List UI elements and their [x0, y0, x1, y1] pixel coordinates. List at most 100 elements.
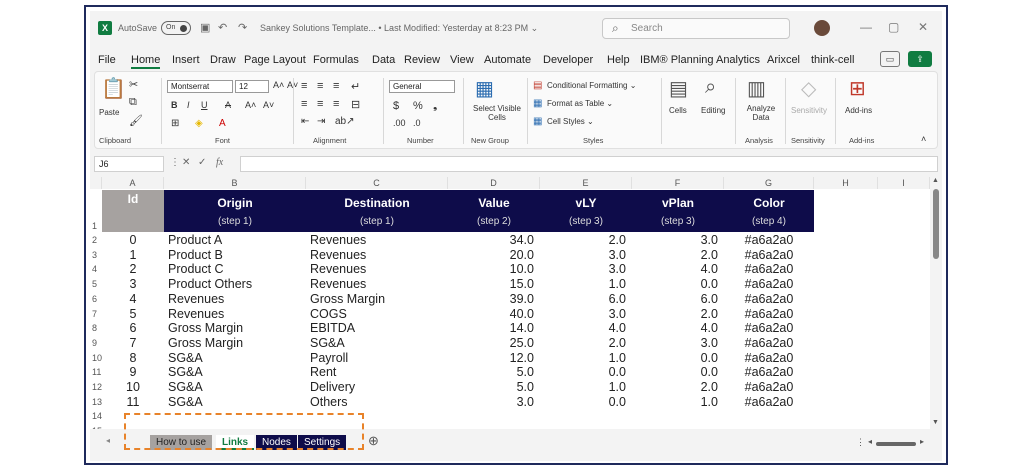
- superscript-icon[interactable]: A˄: [245, 100, 256, 110]
- destination-cell[interactable]: Revenues: [310, 248, 448, 262]
- origin-cell[interactable]: Gross Margin: [168, 321, 306, 335]
- menu-file[interactable]: File: [98, 54, 116, 66]
- hscroll-right-icon[interactable]: ▸: [920, 437, 924, 446]
- vplan-cell[interactable]: 3.0: [632, 233, 718, 247]
- editing-icon[interactable]: ⌕: [705, 76, 716, 99]
- color-cell[interactable]: #a6a2a0: [724, 277, 814, 291]
- destination-cell[interactable]: Rent: [310, 365, 448, 379]
- id-cell[interactable]: 11: [102, 395, 164, 409]
- cell-styles-button[interactable]: Cell Styles ⌄: [547, 117, 594, 126]
- vplan-cell[interactable]: 6.0: [632, 292, 718, 306]
- add-ins-icon[interactable]: ⊞: [849, 76, 866, 101]
- id-cell[interactable]: 10: [102, 380, 164, 394]
- value-cell[interactable]: 10.0: [448, 262, 534, 276]
- origin-cell[interactable]: SG&A: [168, 380, 306, 394]
- menu-formulas[interactable]: Formulas: [313, 54, 359, 66]
- color-cell[interactable]: #a6a2a0: [724, 248, 814, 262]
- share-button[interactable]: ⇪: [908, 51, 932, 67]
- origin-cell[interactable]: Product A: [168, 233, 306, 247]
- vly-cell[interactable]: 2.0: [540, 233, 626, 247]
- vplan-cell[interactable]: 3.0: [632, 336, 718, 350]
- vertical-scrollbar[interactable]: ▲ ▼: [930, 177, 942, 429]
- row-header[interactable]: 4: [90, 264, 102, 274]
- destination-cell[interactable]: Revenues: [310, 233, 448, 247]
- menu-automate[interactable]: Automate: [484, 54, 531, 66]
- comma-style-icon[interactable]: ❟: [433, 100, 437, 113]
- vplan-cell[interactable]: 2.0: [632, 248, 718, 262]
- column-header-f[interactable]: F: [632, 177, 724, 189]
- number-format-select[interactable]: General: [389, 80, 455, 93]
- destination-cell[interactable]: Revenues: [310, 262, 448, 276]
- menu-review[interactable]: Review: [404, 54, 440, 66]
- origin-cell[interactable]: Gross Margin: [168, 336, 306, 350]
- vplan-cell[interactable]: 4.0: [632, 321, 718, 335]
- decrease-decimal-icon[interactable]: .0: [413, 118, 421, 128]
- color-cell[interactable]: #a6a2a0: [724, 321, 814, 335]
- column-header-e[interactable]: E: [540, 177, 632, 189]
- value-cell[interactable]: 15.0: [448, 277, 534, 291]
- font-size-select[interactable]: 12: [235, 80, 269, 93]
- fill-color-icon[interactable]: ◈: [195, 118, 203, 129]
- cancel-icon[interactable]: ✕: [182, 157, 190, 168]
- scroll-down-icon[interactable]: ▼: [932, 419, 939, 426]
- id-cell[interactable]: 0: [102, 233, 164, 247]
- cells-icon[interactable]: ▤: [669, 76, 688, 101]
- vly-cell[interactable]: 1.0: [540, 380, 626, 394]
- row-header[interactable]: 5: [90, 279, 102, 289]
- scroll-up-icon[interactable]: ▲: [932, 177, 939, 184]
- bold-icon[interactable]: B: [171, 100, 178, 110]
- menu-ibm-planning[interactable]: IBM® Planning Analytics: [640, 54, 760, 66]
- cut-icon[interactable]: ✂: [129, 78, 138, 91]
- row-header[interactable]: 12: [90, 382, 102, 392]
- vly-cell[interactable]: 0.0: [540, 365, 626, 379]
- copy-icon[interactable]: ⧉: [129, 96, 137, 109]
- vplan-cell[interactable]: 2.0: [632, 307, 718, 321]
- vplan-cell[interactable]: 2.0: [632, 380, 718, 394]
- menu-page-layout[interactable]: Page Layout: [244, 54, 306, 66]
- horizontal-scroll-thumb[interactable]: [876, 442, 916, 446]
- origin-cell[interactable]: Product Others: [168, 277, 306, 291]
- align-middle-icon[interactable]: ≡: [317, 80, 323, 92]
- id-cell[interactable]: 2: [102, 262, 164, 276]
- spreadsheet-grid[interactable]: A B C D E F G H I Id Origin (step 1) Des…: [90, 177, 930, 429]
- add-sheet-icon[interactable]: ⊕: [368, 433, 379, 449]
- save-icon[interactable]: ▣: [200, 21, 210, 34]
- origin-cell[interactable]: Revenues: [168, 292, 306, 306]
- menu-data[interactable]: Data: [372, 54, 395, 66]
- document-title[interactable]: Sankey Solutions Template... • Last Modi…: [260, 23, 538, 34]
- cells-button[interactable]: Cells: [669, 106, 687, 115]
- origin-cell[interactable]: Product B: [168, 248, 306, 262]
- borders-icon[interactable]: ⊞: [171, 118, 179, 129]
- vly-cell[interactable]: 1.0: [540, 277, 626, 291]
- vly-cell[interactable]: 3.0: [540, 248, 626, 262]
- row-header[interactable]: 7: [90, 309, 102, 319]
- id-cell[interactable]: 3: [102, 277, 164, 291]
- destination-cell[interactable]: Others: [310, 395, 448, 409]
- column-header-h[interactable]: H: [814, 177, 878, 189]
- collapse-ribbon-icon[interactable]: ˄: [921, 134, 926, 144]
- color-cell[interactable]: #a6a2a0: [724, 395, 814, 409]
- italic-icon[interactable]: I: [187, 100, 190, 110]
- origin-cell[interactable]: Revenues: [168, 307, 306, 321]
- menu-arixcel[interactable]: Arixcel: [767, 54, 800, 66]
- increase-indent-icon[interactable]: ⇥: [317, 116, 325, 127]
- function-icon[interactable]: fx: [216, 157, 223, 168]
- color-cell[interactable]: #a6a2a0: [724, 336, 814, 350]
- more-options-icon[interactable]: ⋮: [856, 437, 865, 448]
- currency-icon[interactable]: $: [393, 100, 399, 112]
- align-right-icon[interactable]: ≡: [333, 98, 339, 110]
- id-cell[interactable]: 9: [102, 365, 164, 379]
- vly-cell[interactable]: 0.0: [540, 395, 626, 409]
- wrap-text-icon[interactable]: ↵: [351, 80, 360, 93]
- sensitivity-button[interactable]: Sensitivity: [791, 106, 827, 115]
- row-header[interactable]: 14: [90, 411, 102, 421]
- column-header-g[interactable]: G: [724, 177, 814, 189]
- column-header-i[interactable]: I: [878, 177, 930, 189]
- vplan-cell[interactable]: 4.0: [632, 262, 718, 276]
- color-cell[interactable]: #a6a2a0: [724, 292, 814, 306]
- menu-view[interactable]: View: [450, 54, 474, 66]
- value-cell[interactable]: 12.0: [448, 351, 534, 365]
- value-cell[interactable]: 14.0: [448, 321, 534, 335]
- increase-font-icon[interactable]: A˄: [273, 80, 284, 90]
- add-ins-button[interactable]: Add-ins: [845, 106, 872, 115]
